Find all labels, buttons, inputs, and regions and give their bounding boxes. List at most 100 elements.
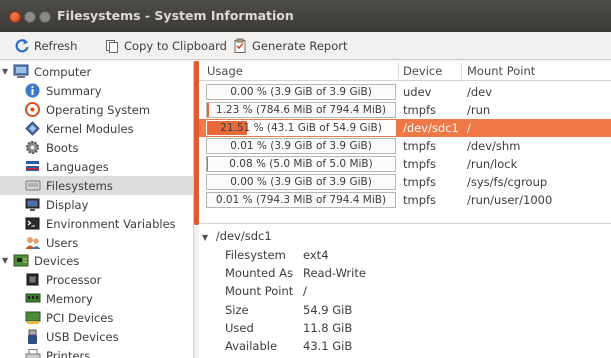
usb-icon <box>24 329 41 345</box>
tree-group-devices[interactable]: ▼ Devices <box>0 251 193 270</box>
mount-point-cell: /run/lock <box>467 157 518 171</box>
sidebar-item-label: Operating System <box>46 102 151 117</box>
mount-point-cell: /run/user/1000 <box>467 193 553 207</box>
device-cell: tmpfs <box>403 193 437 207</box>
report-label: Generate Report <box>252 39 348 53</box>
sidebar-item-label: Printers <box>46 348 91 358</box>
sidebar-item-label: Environment Variables <box>46 216 176 231</box>
minimize-window-button[interactable] <box>24 11 36 23</box>
table-row[interactable]: 0.00 % (3.9 GiB of 3.9 GiB) tmpfs/sys/fs/… <box>199 173 611 191</box>
copy-to-clipboard-button[interactable]: Copy to Clipboard <box>104 36 227 56</box>
device-cell: tmpfs <box>403 175 437 189</box>
sidebar-item-kernel-modules[interactable]: Kernel Modules <box>0 119 193 138</box>
usage-text: 0.00 % (3.9 GiB of 3.9 GiB) <box>230 176 372 188</box>
table-row[interactable]: 0.00 % (3.9 GiB of 3.9 GiB) udev/dev <box>199 83 611 101</box>
expander-down-icon[interactable]: ▼ <box>2 67 12 76</box>
generate-report-button[interactable]: Generate Report <box>232 36 348 56</box>
sidebar-item-processor[interactable]: Processor <box>0 270 193 289</box>
close-window-button[interactable] <box>9 11 21 23</box>
copy-icon <box>106 40 118 53</box>
gear-icon <box>24 140 41 156</box>
details-field-label: Used <box>225 320 254 335</box>
sidebar-item-printers[interactable]: Printers <box>0 346 193 358</box>
column-header-mount-point[interactable]: Mount Point <box>467 64 535 78</box>
table-row[interactable]: 0.01 % (794.3 MiB of 794.4 MiB) tmpfs/run… <box>199 191 611 209</box>
sidebar-item-label: Summary <box>46 83 102 98</box>
monitor-icon <box>24 197 41 213</box>
table-row[interactable]: 0.08 % (5.0 MiB of 5.0 MiB) tmpfs/run/loc… <box>199 155 611 173</box>
device-cell: udev <box>403 85 432 99</box>
report-icon <box>234 38 246 53</box>
expander-down-icon[interactable]: ▼ <box>2 256 12 265</box>
maximize-window-button[interactable] <box>39 11 51 23</box>
sidebar-item-label: Boots <box>46 140 79 155</box>
sidebar-item-label: Languages <box>46 159 109 174</box>
table-row[interactable]: 0.01 % (3.9 GiB of 3.9 GiB) tmpfs/dev/shm <box>199 137 611 155</box>
terminal-icon <box>24 216 41 232</box>
details-field-value: Read-Write <box>303 266 366 281</box>
sidebar-item-memory[interactable]: Memory <box>0 289 193 308</box>
mount-point-cell: /dev <box>467 85 493 99</box>
usage-progress-bar: 0.01 % (3.9 GiB of 3.9 GiB) <box>206 138 396 154</box>
expander-down-icon[interactable]: ▼ <box>202 233 208 242</box>
circuit-board-icon <box>12 253 29 269</box>
pci-card-icon <box>24 310 41 326</box>
sidebar-item-label: Kernel Modules <box>46 121 134 136</box>
column-divider[interactable] <box>398 63 399 79</box>
sidebar-item-label: Display <box>46 197 89 212</box>
usage-progress-bar: 0.00 % (3.9 GiB of 3.9 GiB) <box>206 174 396 190</box>
tree-group-computer[interactable]: ▼ Computer <box>0 62 193 81</box>
sidebar-item-summary[interactable]: Summary <box>0 81 193 100</box>
copy-label: Copy to Clipboard <box>124 39 227 53</box>
table-row[interactable]: 21.51 % (43.1 GiB of 54.9 GiB) /dev/sdc1 / <box>199 119 611 137</box>
sidebar-item-users[interactable]: Users <box>0 233 193 252</box>
sidebar-tree: ▼ Computer Summary Operating System Kern… <box>0 61 194 358</box>
sidebar-item-boots[interactable]: Boots <box>0 138 193 157</box>
details-field-value: 11.8 GiB <box>303 320 353 335</box>
mount-point-cell: /dev/shm <box>467 139 521 153</box>
operating-system-icon <box>24 102 41 118</box>
memory-icon <box>24 291 41 307</box>
usage-text: 0.01 % (794.3 MiB of 794.4 MiB) <box>215 194 387 206</box>
computer-icon <box>12 64 29 80</box>
sidebar-item-display[interactable]: Display <box>0 195 193 214</box>
details-header[interactable]: ▼ /dev/sdc1 <box>202 229 272 243</box>
flag-icon <box>24 159 41 175</box>
details-pane: ▼ /dev/sdc1 Filesystem ext4 Mounted As Read… <box>199 227 611 358</box>
column-header-usage[interactable]: Usage <box>207 64 243 78</box>
sidebar-item-usb-devices[interactable]: USB Devices <box>0 327 193 346</box>
kernel-modules-icon <box>24 121 41 137</box>
device-cell: tmpfs <box>403 103 437 117</box>
sidebar-item-environment-variables[interactable]: Environment Variables <box>0 214 193 233</box>
table-header: Usage Device Mount Point <box>199 61 611 81</box>
usage-progress-bar: 21.51 % (43.1 GiB of 54.9 GiB) <box>206 120 396 136</box>
details-field-label: Mounted As <box>225 266 293 281</box>
column-header-device[interactable]: Device <box>403 64 442 78</box>
details-title: /dev/sdc1 <box>215 229 272 243</box>
sidebar-item-languages[interactable]: Languages <box>0 157 193 176</box>
details-field-value: 43.1 GiB <box>303 339 353 353</box>
refresh-label: Refresh <box>34 39 78 53</box>
usage-progress-bar: 0.08 % (5.0 MiB of 5.0 MiB) <box>206 156 396 172</box>
printer-icon <box>24 348 41 358</box>
sidebar-item-label: PCI Devices <box>46 310 114 325</box>
details-field-label: Mount Point <box>225 284 294 299</box>
table-row[interactable]: 1.23 % (784.6 MiB of 794.4 MiB) tmpfs/run <box>199 101 611 119</box>
details-field-label: Filesystem <box>225 248 286 262</box>
sidebar-item-label: Memory <box>46 291 93 306</box>
sidebar-item-label: USB Devices <box>46 329 119 344</box>
hard-drive-icon <box>24 178 41 194</box>
usage-progress-bar: 0.00 % (3.9 GiB of 3.9 GiB) <box>206 84 396 100</box>
usage-text: 1.23 % (784.6 MiB of 794.4 MiB) <box>215 104 387 116</box>
mount-point-cell: / <box>467 121 471 135</box>
title-bar[interactable]: Filesystems - System Information <box>0 0 611 32</box>
details-field-value: ext4 <box>303 248 329 262</box>
column-divider[interactable] <box>461 63 462 79</box>
refresh-button[interactable]: Refresh <box>14 36 77 56</box>
sidebar-item-operating-system[interactable]: Operating System <box>0 100 193 119</box>
sidebar-item-filesystems[interactable]: Filesystems <box>0 176 193 195</box>
usage-text: 0.01 % (3.9 GiB of 3.9 GiB) <box>230 140 372 152</box>
sidebar-item-pci-devices[interactable]: PCI Devices <box>0 308 193 327</box>
device-cell: tmpfs <box>403 139 437 153</box>
usage-progress-bar: 1.23 % (784.6 MiB of 794.4 MiB) <box>206 102 396 118</box>
